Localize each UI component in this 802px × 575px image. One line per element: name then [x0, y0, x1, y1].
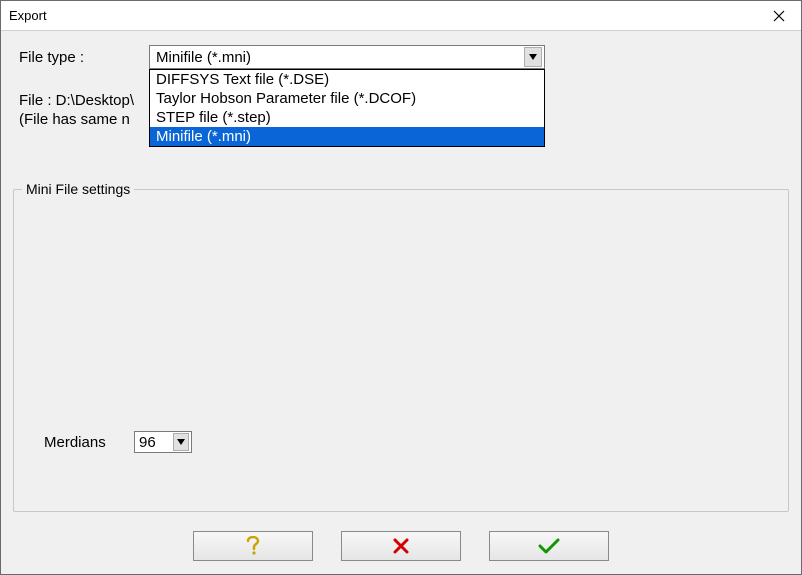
meridians-label: Merdians — [44, 434, 134, 451]
window-title: Export — [9, 8, 47, 23]
chevron-down-icon — [529, 54, 537, 60]
ok-button[interactable] — [489, 531, 609, 561]
filetype-combo-wrapper: Minifile (*.mni) DIFFSYS Text file (*.DS… — [149, 45, 545, 69]
help-button[interactable] — [193, 531, 313, 561]
filetype-option[interactable]: Minifile (*.mni) — [150, 127, 544, 146]
content-area: File type : Minifile (*.mni) DIFFSYS Tex… — [1, 31, 801, 518]
combobox-arrow-button[interactable] — [173, 433, 189, 451]
help-icon — [246, 536, 260, 556]
meridians-value: 96 — [139, 434, 156, 451]
meridians-row: Merdians 96 — [44, 431, 192, 453]
minifile-settings-group: Mini File settings Merdians 96 — [13, 189, 789, 512]
filetype-option[interactable]: DIFFSYS Text file (*.DSE) — [150, 70, 544, 89]
filetype-label: File type : — [19, 49, 149, 66]
button-bar — [1, 518, 801, 574]
close-button[interactable] — [756, 1, 801, 31]
combobox-arrow-button[interactable] — [524, 47, 542, 67]
cancel-button[interactable] — [341, 531, 461, 561]
export-dialog: Export File type : Minifile (*.mni) DIFF… — [0, 0, 802, 575]
close-icon — [773, 10, 785, 22]
groupbox-title: Mini File settings — [22, 181, 134, 197]
meridians-combobox[interactable]: 96 — [134, 431, 192, 453]
filetype-selected-text: Minifile (*.mni) — [156, 49, 251, 66]
chevron-down-icon — [177, 439, 185, 445]
filetype-row: File type : Minifile (*.mni) DIFFSYS Tex… — [19, 45, 783, 69]
titlebar: Export — [1, 1, 801, 31]
cancel-icon — [392, 537, 410, 555]
filetype-combobox[interactable]: Minifile (*.mni) — [149, 45, 545, 69]
ok-icon — [538, 538, 560, 554]
filetype-option[interactable]: Taylor Hobson Parameter file (*.DCOF) — [150, 89, 544, 108]
filetype-option[interactable]: STEP file (*.step) — [150, 108, 544, 127]
filetype-dropdown[interactable]: DIFFSYS Text file (*.DSE) Taylor Hobson … — [149, 69, 545, 147]
